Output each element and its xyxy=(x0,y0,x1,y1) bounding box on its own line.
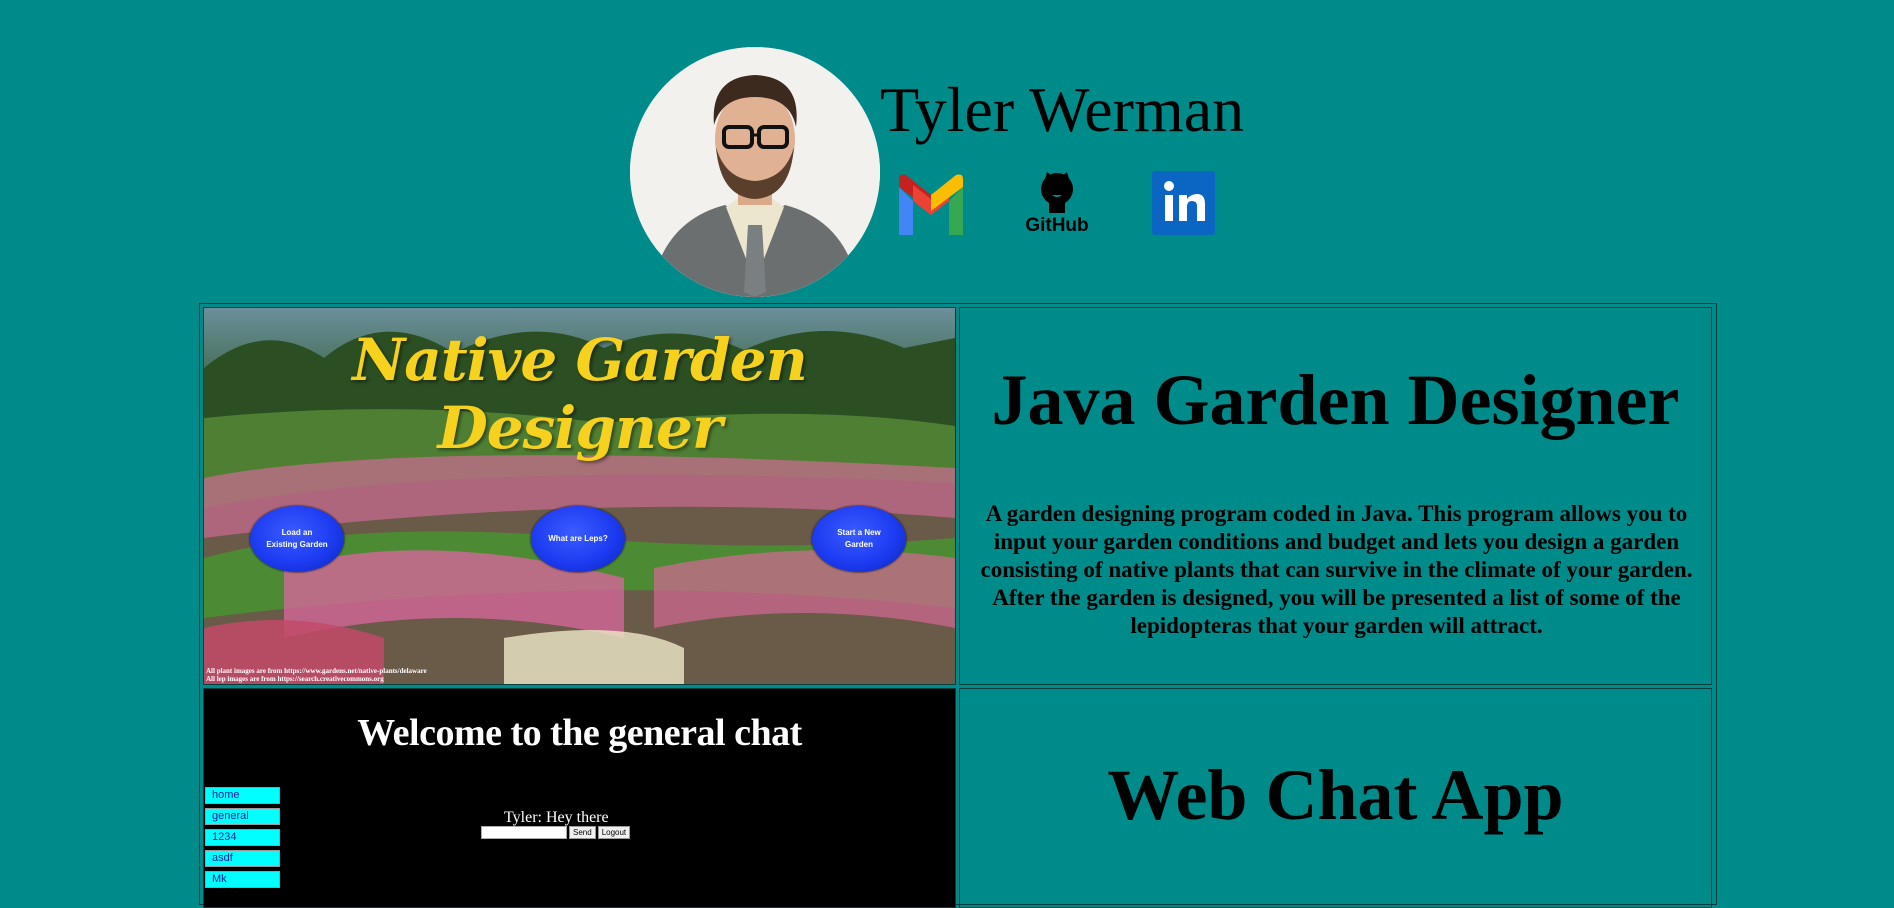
garden-app-title: Native Garden Designer xyxy=(352,326,808,462)
room-link-home[interactable]: home xyxy=(205,787,280,804)
lep-image-credit: All lep images are from https://search.c… xyxy=(206,675,384,683)
linkedin-icon[interactable] xyxy=(1152,171,1215,235)
github-icon[interactable]: GitHub xyxy=(1025,171,1089,236)
garden-designer-info: Java Garden Designer A garden designing … xyxy=(959,307,1712,685)
chat-heading: Welcome to the general chat xyxy=(357,712,802,754)
project-description: A garden designing program coded in Java… xyxy=(980,501,1693,638)
room-link-general[interactable]: general xyxy=(205,808,280,825)
profile-photo xyxy=(630,47,880,297)
what-are-leps-button[interactable]: What are Leps? xyxy=(531,506,625,572)
room-link-1234[interactable]: 1234 xyxy=(205,829,280,846)
chat-form: Send Logout xyxy=(481,826,631,839)
profile-name: Tyler Werman xyxy=(880,74,1245,145)
web-chat-screenshot: Welcome to the general chat home general… xyxy=(203,688,956,908)
start-new-garden-button[interactable]: Start a New Garden xyxy=(812,506,906,572)
project-title: Web Chat App xyxy=(1107,755,1564,835)
room-link-asdf[interactable]: asdf xyxy=(205,850,280,867)
chat-room-list: home general 1234 asdf Mk xyxy=(205,787,280,892)
logout-button[interactable]: Logout xyxy=(597,826,631,839)
send-button[interactable]: Send xyxy=(569,826,596,839)
gmail-icon[interactable] xyxy=(899,171,963,236)
chat-message: Tyler: Hey there xyxy=(504,809,609,826)
svg-text:GitHub: GitHub xyxy=(1025,215,1088,236)
projects-table: Native Garden Designer Load an Existing … xyxy=(199,303,1717,908)
room-link-mk[interactable]: Mk xyxy=(205,871,280,888)
web-chat-info: Web Chat App xyxy=(959,688,1712,908)
chat-input[interactable] xyxy=(481,826,567,839)
garden-designer-screenshot: Native Garden Designer Load an Existing … xyxy=(203,307,956,685)
load-garden-button[interactable]: Load an Existing Garden xyxy=(250,506,344,572)
project-title: Java Garden Designer xyxy=(991,360,1680,440)
